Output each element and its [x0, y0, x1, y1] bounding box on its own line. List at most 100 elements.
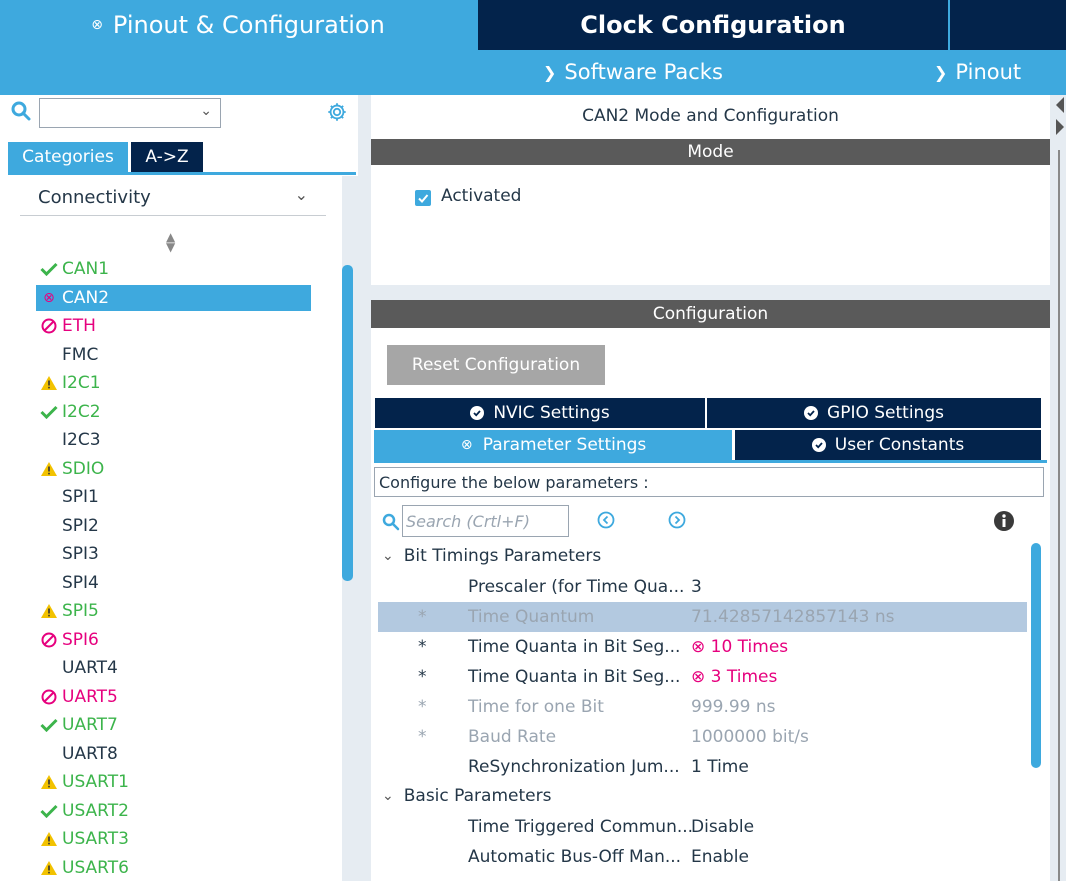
reset-configuration-button[interactable]: Reset Configuration — [387, 345, 605, 385]
peripheral-item[interactable]: SPI5 — [36, 598, 311, 624]
search-combobox[interactable]: ⌄ — [39, 98, 221, 128]
param-star: * — [418, 697, 427, 717]
tab-underline — [8, 172, 356, 175]
param-value: 999.99 ns — [691, 697, 776, 717]
search-icon[interactable] — [381, 512, 401, 532]
peripheral-item[interactable]: SPI1 — [36, 484, 311, 510]
param-name: Time Triggered Commun... — [468, 817, 694, 837]
param-value[interactable]: Disable — [691, 817, 754, 837]
peripheral-item[interactable]: UART5 — [36, 684, 311, 710]
warning-icon — [36, 375, 62, 391]
checkmark-icon — [418, 194, 429, 203]
warning-icon — [36, 603, 62, 619]
param-row[interactable]: * Baud Rate 1000000 bit/s — [378, 722, 1027, 752]
sort-icon[interactable]: ▲ ▼ — [166, 231, 175, 253]
peripheral-item[interactable]: SPI3 — [36, 541, 311, 567]
tab-categories[interactable]: Categories — [8, 142, 128, 172]
gear-icon[interactable] — [326, 101, 348, 123]
param-name: Time Quanta in Bit Seg... — [468, 637, 681, 657]
peripheral-label: SPI2 — [62, 515, 99, 536]
mode-header: Mode — [371, 139, 1050, 165]
left-scrollbar-thumb[interactable] — [342, 265, 353, 581]
search-icon[interactable] — [10, 100, 32, 122]
param-star: * — [418, 607, 427, 627]
param-row[interactable]: Prescaler (for Time Qua... 3 — [378, 572, 1027, 602]
peripheral-label: USART3 — [62, 829, 129, 849]
peripheral-item[interactable]: CAN1 — [36, 256, 311, 282]
group-bit-timings[interactable]: ⌄ Bit Timings Parameters — [382, 541, 601, 571]
peripheral-label: UART4 — [62, 658, 118, 678]
param-value[interactable]: 3 — [691, 577, 702, 597]
param-row[interactable]: * Time Quantum 71.42857142857143 ns — [378, 602, 1027, 632]
param-value[interactable]: ⊗ 3 Times — [691, 667, 777, 687]
previous-match-icon[interactable] — [596, 510, 616, 530]
tab-user-constants[interactable]: User Constants — [735, 430, 1041, 460]
peripheral-item[interactable]: I2C3 — [36, 427, 311, 453]
collapse-arrows-icon[interactable] — [1051, 95, 1066, 155]
peripheral-label: I2C2 — [62, 401, 101, 422]
tab-project-manager[interactable] — [950, 0, 1066, 50]
peripheral-item[interactable]: FMC — [36, 342, 311, 368]
check-icon — [36, 262, 62, 276]
info-icon[interactable] — [993, 510, 1015, 532]
param-name: Prescaler (for Time Qua... — [468, 577, 685, 597]
sub-menu-bar — [0, 50, 1066, 95]
peripheral-item[interactable]: SDIO — [36, 456, 311, 482]
tab-pinout-configuration[interactable]: ⊗ Pinout & Configuration — [0, 0, 476, 50]
param-name: Automatic Bus-Off Man... — [468, 847, 682, 867]
tab-nvic-settings[interactable]: NVIC Settings — [375, 398, 705, 428]
error-dot-icon: ⊗ — [91, 17, 103, 33]
param-value[interactable]: Enable — [691, 847, 749, 867]
tab-gpio-settings[interactable]: GPIO Settings — [707, 398, 1041, 428]
peripheral-item[interactable]: SPI6 — [36, 627, 311, 653]
parameter-search-input[interactable]: Search (Crtl+F) — [402, 505, 569, 537]
param-row[interactable]: Time Triggered Commun... Disable — [378, 812, 1027, 842]
peripheral-item[interactable]: USART1 — [36, 769, 311, 795]
param-name: Time Quantum — [468, 607, 595, 627]
peripheral-item[interactable]: SPI4 — [36, 570, 311, 596]
tab-clock-configuration[interactable]: Clock Configuration — [478, 0, 948, 50]
tab-parameter-settings[interactable]: ⊗ Parameter Settings — [374, 430, 732, 460]
peripheral-item[interactable]: SPI2 — [36, 513, 311, 539]
peripheral-label: USART6 — [62, 857, 129, 878]
mode-title: CAN2 Mode and Configuration — [582, 106, 839, 126]
param-name: Baud Rate — [468, 727, 557, 747]
peripheral-item[interactable]: USART6 — [36, 855, 311, 881]
pinout-menu[interactable]: ❯ Pinout — [934, 56, 1021, 88]
param-name: Time for one Bit — [468, 697, 604, 717]
peripheral-item[interactable]: UART7 — [36, 712, 311, 738]
group-basic-parameters[interactable]: ⌄ Basic Parameters — [382, 781, 551, 811]
param-name: ReSynchronization Jum... — [468, 757, 680, 777]
peripheral-item[interactable]: UART8 — [36, 741, 311, 767]
peripheral-label: FMC — [62, 344, 99, 365]
next-match-icon[interactable] — [667, 510, 687, 530]
param-row[interactable]: * Time for one Bit 999.99 ns — [378, 692, 1027, 722]
peripheral-label: SPI4 — [62, 572, 99, 593]
param-value[interactable]: 1 Time — [691, 757, 749, 777]
activated-checkbox[interactable] — [415, 190, 431, 206]
peripheral-item[interactable]: ETH — [36, 313, 311, 339]
right-edge-divider[interactable] — [1058, 150, 1060, 881]
param-row[interactable]: ReSynchronization Jum... 1 Time — [378, 752, 1027, 782]
parameters-scrollbar-thumb[interactable] — [1031, 543, 1041, 768]
param-value[interactable]: ⊗ 10 Times — [691, 637, 788, 657]
chevron-down-icon: ⌄ — [382, 788, 394, 804]
category-dropdown[interactable]: Connectivity ⌄ — [20, 180, 326, 216]
peripheral-item[interactable]: ⊗ CAN2 — [36, 284, 311, 311]
peripheral-item[interactable]: USART2 — [36, 798, 311, 824]
param-star: * — [418, 667, 427, 687]
peripheral-item[interactable]: I2C2 — [36, 399, 311, 425]
param-row[interactable]: * Time Quanta in Bit Seg... ⊗ 3 Times — [378, 662, 1027, 692]
software-packs-menu[interactable]: ❯ Software Packs — [543, 56, 723, 88]
param-row[interactable]: * Time Quanta in Bit Seg... ⊗ 10 Times — [378, 632, 1027, 662]
check-icon — [36, 804, 62, 818]
param-star: * — [418, 727, 427, 747]
peripheral-label: SPI6 — [62, 629, 99, 650]
peripheral-item[interactable]: USART3 — [36, 826, 311, 852]
peripheral-item[interactable]: I2C1 — [36, 370, 311, 396]
peripheral-item[interactable]: UART4 — [36, 655, 311, 681]
warning-icon — [36, 860, 62, 876]
param-row[interactable]: Automatic Bus-Off Man... Enable — [378, 842, 1027, 872]
peripheral-label: SDIO — [62, 458, 105, 479]
tab-a-to-z[interactable]: A->Z — [131, 142, 203, 172]
